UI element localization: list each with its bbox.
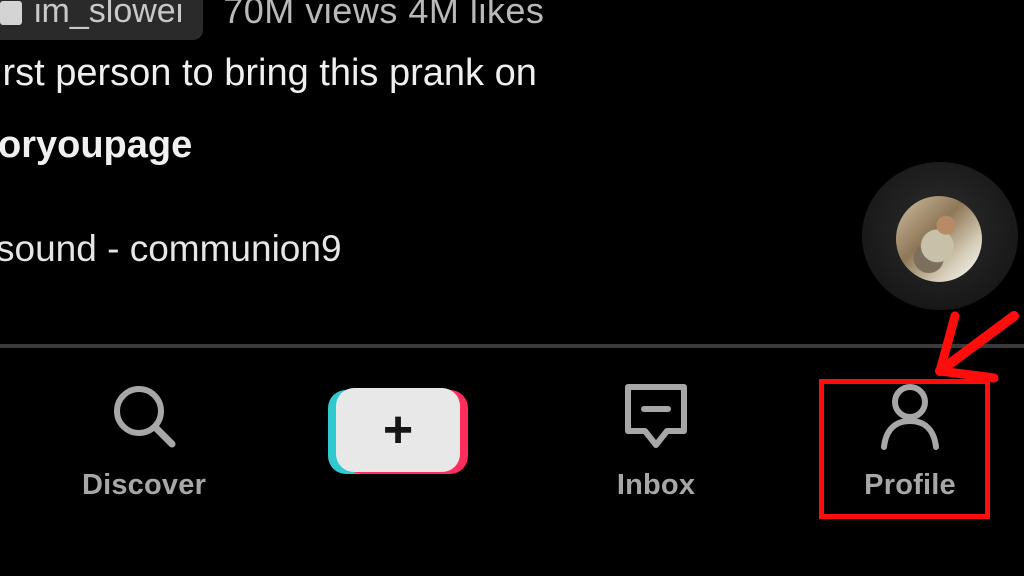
hashtag-link[interactable]: oryoupage bbox=[0, 124, 192, 167]
video-caption: irst person to bring this prank on bbox=[0, 52, 537, 94]
create-button[interactable]: + bbox=[328, 388, 470, 478]
music-disc-avatar bbox=[896, 196, 982, 282]
author-tag[interactable]: im_slowei bbox=[0, 0, 204, 40]
inbox-label: Inbox bbox=[616, 469, 696, 501]
user-tag-icon bbox=[0, 1, 22, 25]
plus-icon: + bbox=[336, 388, 460, 472]
profile-highlight-box bbox=[819, 379, 990, 519]
video-metadata-bar: im_slowei 70M views 4M likes bbox=[0, 0, 544, 40]
bottom-nav-divider bbox=[0, 344, 1024, 348]
search-icon bbox=[114, 386, 176, 448]
author-tag-label: im_slowei bbox=[34, 0, 184, 30]
discover-tab[interactable]: Discover bbox=[54, 378, 234, 502]
sound-title[interactable]: sound - communion9 bbox=[0, 228, 394, 270]
message-icon bbox=[625, 384, 687, 448]
music-disc-icon[interactable] bbox=[862, 162, 1018, 310]
arrow-icon bbox=[935, 311, 1019, 383]
discover-label: Discover bbox=[81, 469, 207, 501]
inbox-tab[interactable]: Inbox bbox=[566, 378, 746, 502]
video-stats: 70M views 4M likes bbox=[223, 0, 545, 31]
